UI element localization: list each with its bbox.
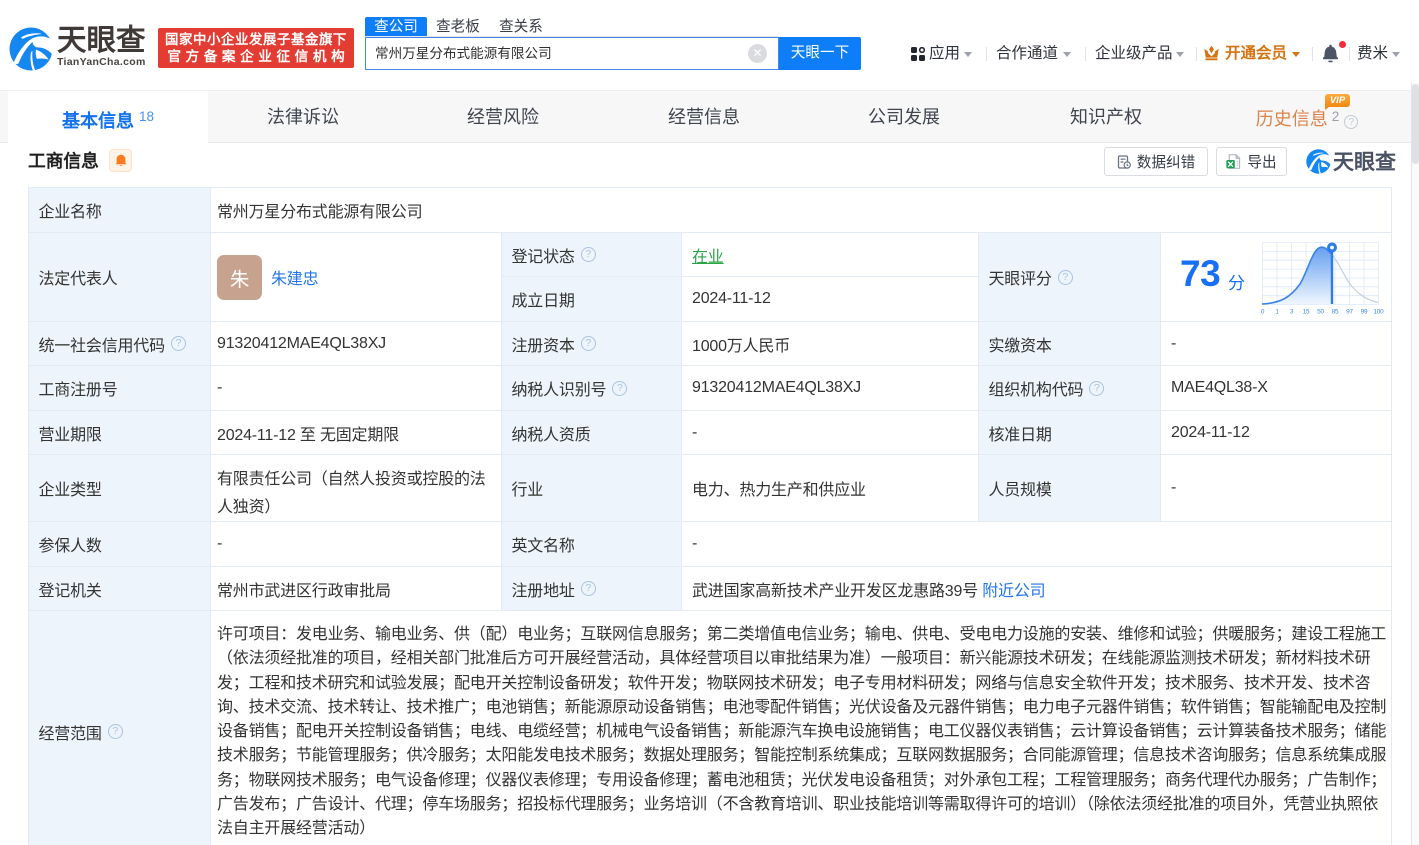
svg-text:1: 1 (1275, 309, 1279, 316)
svg-text:100: 100 (1373, 309, 1384, 316)
svg-text:97: 97 (1346, 309, 1353, 316)
svg-text:15: 15 (1303, 309, 1310, 316)
svg-text:99: 99 (1361, 309, 1368, 316)
svg-text:85: 85 (1332, 309, 1339, 316)
svg-text:0: 0 (1261, 309, 1265, 316)
svg-text:50: 50 (1317, 309, 1324, 316)
svg-text:3: 3 (1290, 309, 1294, 316)
